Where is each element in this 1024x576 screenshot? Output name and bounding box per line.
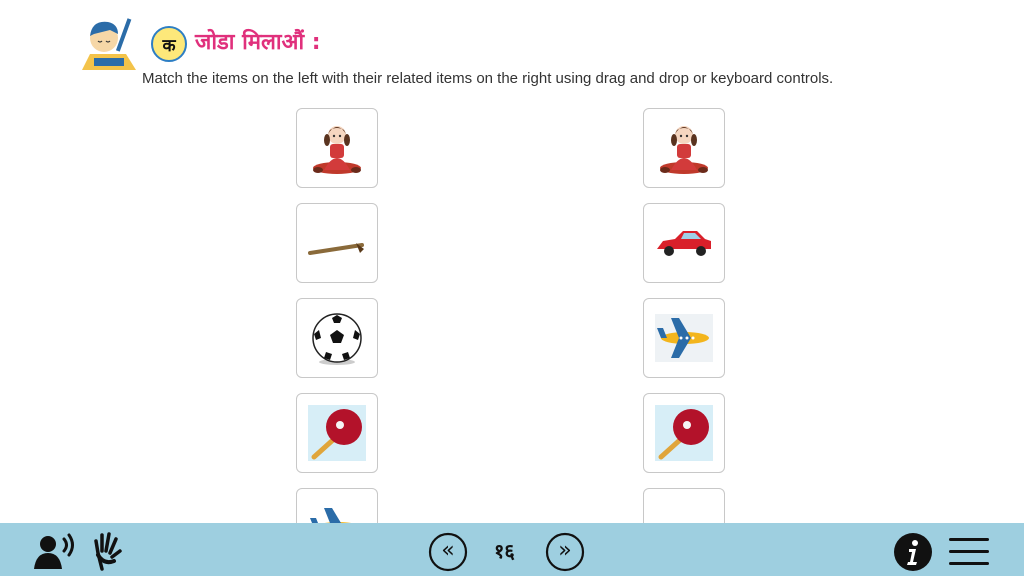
next-page-button[interactable]: » [545, 532, 585, 572]
airplane-icon [310, 508, 352, 523]
bamboo-stick-icon [653, 498, 715, 523]
airplane-icon [655, 314, 713, 362]
right-item-toy-car[interactable] [643, 203, 725, 283]
doll-icon [313, 126, 361, 174]
left-item-airplane[interactable] [296, 488, 378, 523]
table-tennis-bat-icon [308, 405, 366, 461]
bamboo-stick-icon [308, 243, 364, 255]
right-item-airplane[interactable] [643, 298, 725, 378]
toy-car-icon [657, 231, 711, 256]
read-aloud-icon[interactable] [34, 533, 76, 569]
left-item-table-tennis-bat[interactable] [296, 393, 378, 473]
right-item-bamboo-stick[interactable] [643, 488, 725, 523]
left-item-doll[interactable] [296, 108, 378, 188]
sign-language-icon[interactable] [92, 531, 122, 571]
right-item-table-tennis-bat[interactable] [643, 393, 725, 473]
right-item-doll[interactable] [643, 108, 725, 188]
next-page-label: » [558, 538, 572, 563]
info-icon[interactable] [893, 532, 933, 572]
previous-page-label: « [441, 538, 455, 563]
left-item-bamboo-stick[interactable] [296, 203, 378, 283]
table-tennis-bat-icon [655, 405, 713, 461]
left-item-football[interactable] [296, 298, 378, 378]
menu-icon[interactable] [949, 536, 989, 568]
previous-page-button[interactable]: « [428, 532, 468, 572]
doll-icon [660, 126, 708, 174]
football-icon [312, 313, 362, 365]
match-area [0, 0, 1024, 523]
page-number: १६ [494, 539, 515, 563]
